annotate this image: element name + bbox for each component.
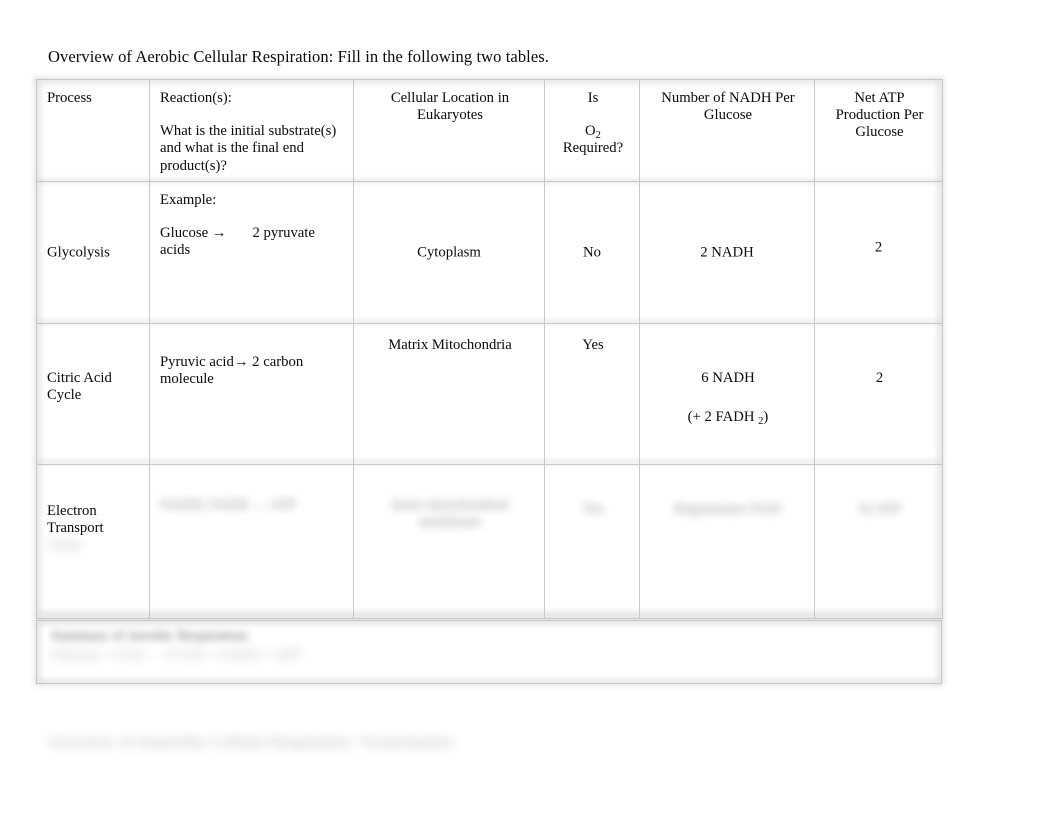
- citric-fadh-prefix: (+ 2 FADH: [687, 409, 759, 426]
- glycolysis-nadh-value: 2 NADH: [700, 243, 754, 260]
- cell-atp-electron-transport: 32 ATP: [814, 464, 943, 619]
- cell-nadh-citric: 6 NADH (+ 2 FADH 2): [639, 323, 815, 465]
- glycolysis-atp-value: 2: [874, 239, 883, 256]
- header-location-line2: Eukaryotes: [416, 107, 484, 124]
- table-header-row: Process Reaction(s): What is the initial…: [36, 79, 943, 182]
- etc-nadh-obscured: Regenerates NAD: [674, 501, 782, 517]
- glycolysis-location-value: Cytoplasm: [417, 243, 481, 260]
- cell-location-glycolysis: Cytoplasm: [353, 181, 545, 324]
- page-title: Overview of Aerobic Cellular Respiration…: [48, 47, 550, 66]
- glycolysis-reaction-equation: Glucose → 2 pyruvate acids: [160, 225, 345, 259]
- citric-location-value: Matrix Mitochondria: [388, 337, 512, 353]
- citric-atp-value: 2: [875, 370, 884, 386]
- header-oxygen-symbol: O: [585, 123, 596, 140]
- footer-heading-obscured: Overview of Anaerobic Cellular Respirati…: [48, 732, 454, 751]
- header-cell-reaction: Reaction(s): What is the initial substra…: [149, 79, 354, 182]
- cell-location-electron-transport: Inner mitochondrial membrane: [353, 464, 545, 619]
- etc-process-line3-obscured: Chain: [47, 537, 83, 554]
- etc-reaction-obscured: NADH, FADH → ATP: [160, 497, 297, 513]
- header-oxygen-required: Required?: [562, 140, 624, 157]
- cell-process-citric: Citric Acid Cycle: [36, 323, 150, 465]
- cell-nadh-glycolysis: 2 NADH: [639, 181, 815, 324]
- header-cell-location: Cellular Location in Eukaryotes: [353, 79, 545, 182]
- glycolysis-process-label: Glycolysis: [47, 243, 110, 260]
- citric-fadh-suffix: ): [763, 409, 769, 426]
- etc-location-obscured: Inner mitochondrial membrane: [391, 497, 509, 531]
- respiration-table-wrapper: Process Reaction(s): What is the initial…: [36, 79, 943, 619]
- cell-process-glycolysis: Glycolysis: [36, 181, 150, 324]
- worksheet-page: Overview of Aerobic Cellular Respiration…: [0, 0, 1062, 822]
- header-nadh-line1: Number of NADH Per: [661, 90, 795, 106]
- header-reaction-question: What is the initial substrate(s) and wha…: [160, 123, 337, 174]
- header-nadh-line2: Glucose: [703, 107, 753, 124]
- summary-line-2-obscured: Glucose + 6 O2 → 6 CO2 + 6 H2O + ATP: [51, 647, 301, 664]
- glycolysis-reactant: Glucose →: [160, 225, 227, 242]
- header-cell-nadh: Number of NADH Per Glucose: [639, 79, 815, 182]
- glycolysis-example-label: Example:: [160, 192, 217, 208]
- cell-oxygen-electron-transport: Yes: [544, 464, 640, 619]
- citric-process-line2: Cycle: [47, 387, 82, 404]
- summary-box: Summary of Aerobic Respiration: Glucose …: [36, 620, 942, 684]
- glycolysis-oxygen-value: No: [583, 243, 601, 260]
- table-row-electron-transport: Electron Transport Chain NADH, FADH → AT…: [36, 464, 943, 619]
- cell-nadh-electron-transport: Regenerates NAD: [639, 464, 815, 619]
- header-cell-atp: Net ATP Production Per Glucose: [814, 79, 943, 182]
- cell-atp-glycolysis: 2: [814, 181, 943, 324]
- etc-atp-obscured: 32 ATP: [857, 501, 902, 517]
- cell-atp-citric: 2: [814, 323, 943, 465]
- citric-reaction-equation: Pyruvic acid→ 2 carbon molecule: [160, 354, 304, 388]
- header-cell-process: Process: [36, 79, 150, 182]
- cell-process-electron-transport: Electron Transport Chain: [36, 464, 150, 619]
- header-oxygen-line1: Is: [587, 90, 599, 106]
- cell-location-citric: Matrix Mitochondria: [353, 323, 545, 465]
- citric-nadh-value: 6 NADH: [701, 370, 755, 386]
- cell-reaction-glycolysis: Example: Glucose → 2 pyruvate acids: [149, 181, 354, 324]
- cell-reaction-electron-transport: NADH, FADH → ATP: [149, 464, 354, 619]
- citric-oxygen-value: Yes: [582, 337, 604, 353]
- header-atp-line2: Production Per: [835, 107, 924, 124]
- header-cell-oxygen: Is O2 Required?: [544, 79, 640, 182]
- etc-oxygen-obscured: Yes: [582, 501, 604, 517]
- header-oxygen-subscript: 2: [595, 130, 601, 142]
- citric-fadh-subscript: 2: [758, 416, 764, 428]
- summary-box-content: Summary of Aerobic Respiration: Glucose …: [51, 627, 931, 665]
- table-row-glycolysis: Glycolysis Example: Glucose → 2 pyruvate …: [36, 181, 943, 324]
- etc-process-line2: Transport: [47, 520, 104, 537]
- citric-process-line1: Citric Acid: [47, 370, 112, 386]
- header-oxygen-formula: O2: [555, 123, 631, 142]
- header-atp-line1: Net ATP: [854, 90, 905, 106]
- respiration-table: Process Reaction(s): What is the initial…: [36, 79, 943, 619]
- summary-line-1-obscured: Summary of Aerobic Respiration:: [51, 628, 250, 644]
- header-atp-line3: Glucose: [855, 124, 904, 141]
- header-process-label: Process: [47, 90, 92, 106]
- etc-process-line1: Electron: [47, 503, 97, 519]
- cell-oxygen-glycolysis: No: [544, 181, 640, 324]
- table-row-citric-acid-cycle: Citric Acid Cycle Pyruvic acid→ 2 carbon…: [36, 323, 943, 465]
- header-reaction-label: Reaction(s):: [160, 90, 232, 106]
- cell-oxygen-citric: Yes: [544, 323, 640, 465]
- cell-reaction-citric: Pyruvic acid→ 2 carbon molecule: [149, 323, 354, 465]
- header-location-line1: Cellular Location in: [390, 90, 510, 106]
- citric-fadh-note: (+ 2 FADH 2): [650, 409, 806, 428]
